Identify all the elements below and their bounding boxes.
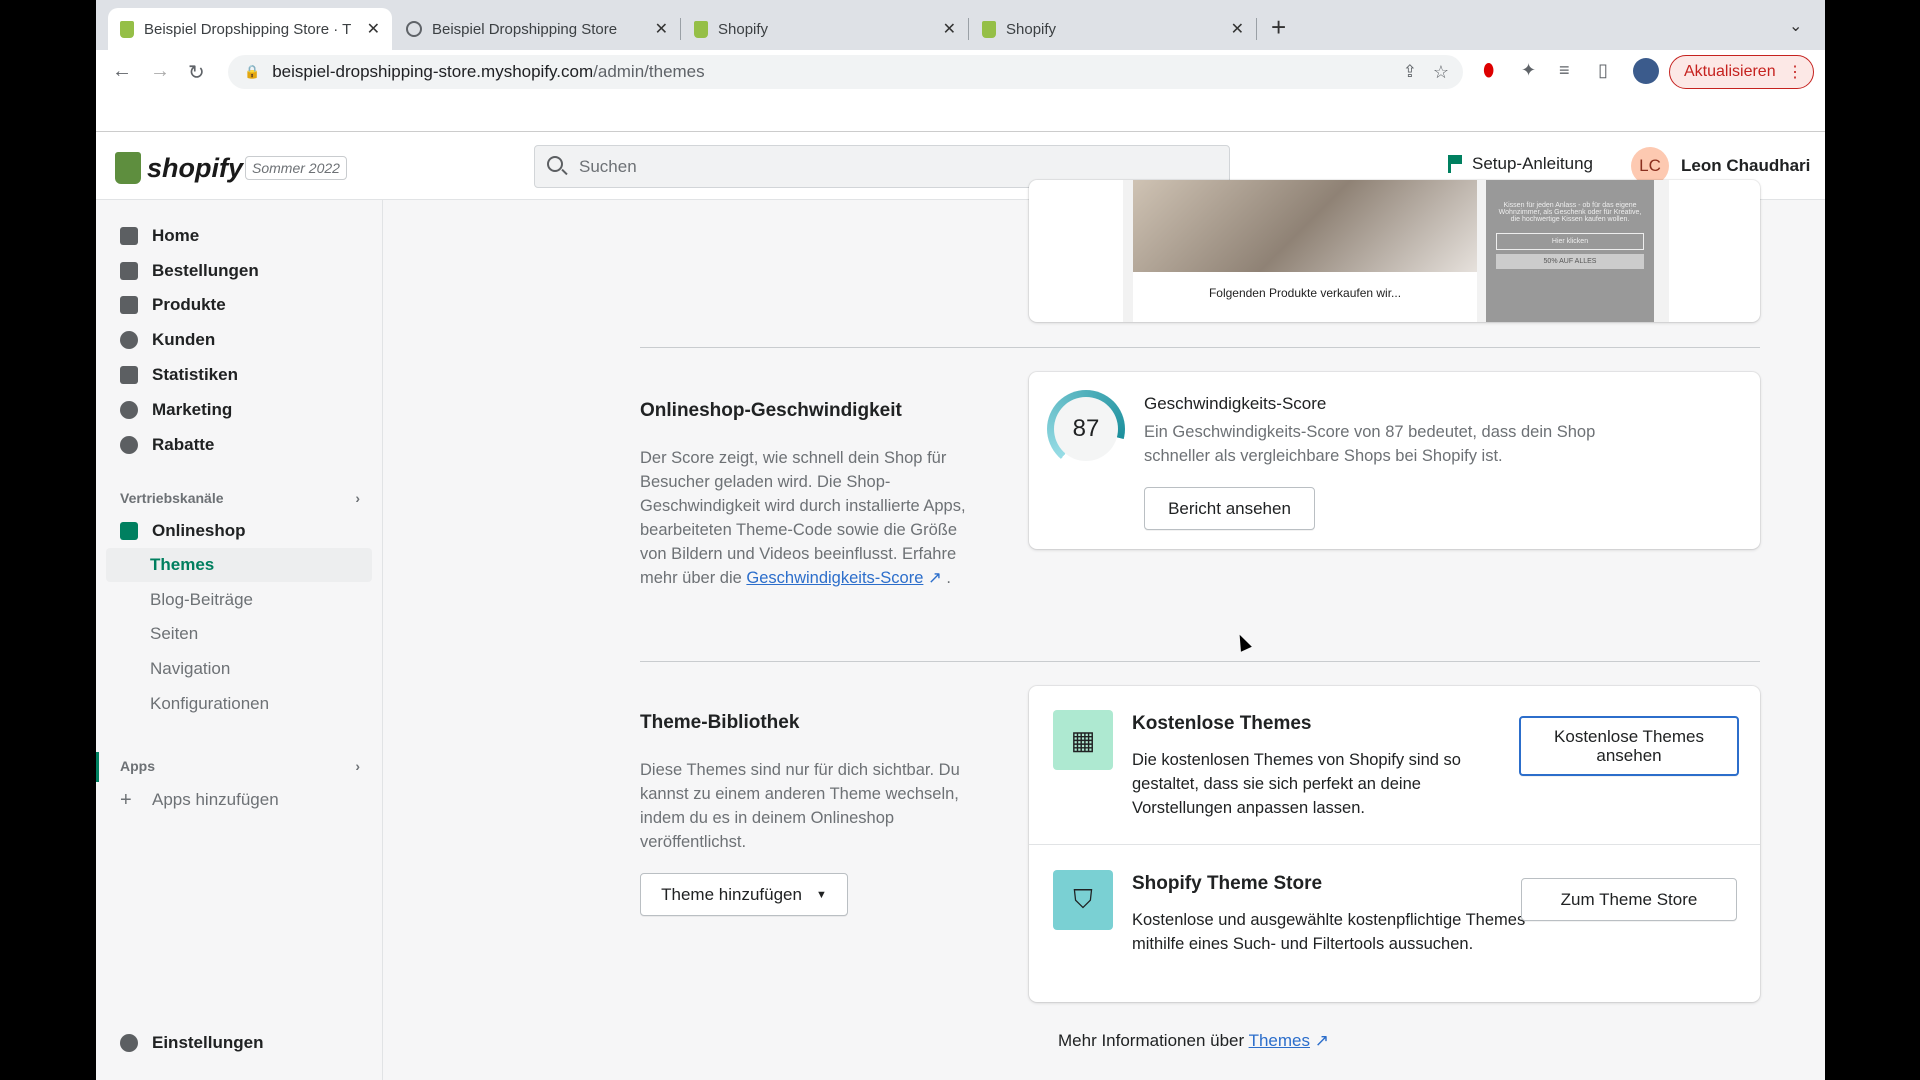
divider	[640, 347, 1760, 348]
apps-header[interactable]: Apps ›	[120, 758, 360, 774]
speed-section-info: Onlineshop-Geschwindigkeit Der Score zei…	[640, 400, 966, 587]
address-bar[interactable]: 🔒 beispiel-dropshipping-store.myshopify.c…	[228, 55, 1463, 89]
setup-guide-button[interactable]: Setup-Anleitung	[1448, 154, 1593, 174]
sidepanel-icon[interactable]: ▯	[1598, 60, 1608, 81]
divider	[640, 661, 1760, 662]
caret-down-icon: ▼	[815, 888, 827, 901]
theme-store-button[interactable]: Zum Theme Store	[1521, 878, 1737, 921]
edition-badge: Sommer 2022	[245, 156, 347, 180]
tab-1[interactable]: Beispiel Dropshipping Store · T ✕	[108, 8, 392, 50]
library-section-info: Theme-Bibliothek Diese Themes sind nur f…	[640, 712, 960, 851]
close-tab-icon[interactable]: ✕	[655, 19, 668, 39]
sidebar-item-orders[interactable]: Bestellungen	[106, 254, 372, 288]
shopify-icon	[694, 20, 708, 38]
chevron-right-icon[interactable]: ›	[355, 490, 360, 506]
tab-list-chevron-icon[interactable]: ⌄	[1789, 16, 1802, 36]
back-icon[interactable]: ←	[112, 60, 132, 83]
target-icon	[120, 401, 138, 419]
forward-icon[interactable]: →	[150, 60, 170, 83]
close-tab-icon[interactable]: ✕	[1231, 19, 1244, 39]
opera-icon[interactable]: ⬮	[1483, 60, 1494, 81]
share-icon[interactable]: ⇪	[1403, 62, 1417, 82]
globe-icon	[406, 21, 422, 37]
speed-score-link[interactable]: Geschwindigkeits-Score	[746, 569, 923, 587]
bar-chart-icon	[120, 366, 138, 384]
search-icon	[547, 156, 563, 172]
lock-icon: 🔒	[244, 64, 261, 79]
sales-channels-header[interactable]: Vertriebskanäle ›	[120, 490, 360, 506]
main-content: Folgenden Produkte verkaufen wir... Kiss…	[383, 180, 1825, 1080]
view-report-button[interactable]: Bericht ansehen	[1144, 487, 1315, 530]
shopify-icon	[120, 20, 134, 38]
orders-icon	[120, 262, 138, 280]
close-tab-icon[interactable]: ✕	[367, 19, 380, 39]
chevron-right-icon[interactable]: ›	[355, 758, 360, 774]
speed-card: 87 Geschwindigkeits-Score Ein Geschwindi…	[1029, 372, 1760, 549]
menu-icon[interactable]: ⋮	[1787, 62, 1803, 82]
extensions-icon[interactable]: ✦	[1521, 60, 1536, 81]
sidebar-item-analytics[interactable]: Statistiken	[106, 358, 372, 392]
sidebar-item-settings[interactable]: Einstellungen	[106, 1026, 372, 1060]
reload-icon[interactable]: ↻	[188, 60, 205, 85]
plus-icon: +	[120, 788, 132, 811]
free-themes-icon: ▦	[1053, 710, 1113, 770]
themes-help-link[interactable]: Themes	[1249, 1031, 1310, 1050]
new-tab-icon[interactable]: +	[1271, 12, 1286, 43]
theme-library-card: ▦ Kostenlose Themes Die kostenlosen Them…	[1029, 686, 1760, 1002]
sidebar-item-preferences[interactable]: Konfigurationen	[106, 687, 372, 721]
speed-gauge: 87	[1047, 390, 1125, 468]
tab-4[interactable]: Shopify ✕	[970, 8, 1256, 50]
tag-icon	[120, 296, 138, 314]
sidebar-item-discounts[interactable]: Rabatte	[106, 428, 372, 462]
sidebar-item-blog[interactable]: Blog-Beiträge	[106, 583, 372, 617]
add-theme-button[interactable]: Theme hinzufügen ▼	[640, 873, 848, 916]
tab-2[interactable]: Beispiel Dropshipping Store ✕	[394, 8, 680, 50]
person-icon	[120, 331, 138, 349]
shopify-icon	[982, 20, 996, 38]
gear-icon	[120, 1034, 138, 1052]
browser-window: Beispiel Dropshipping Store · T ✕ Beispie…	[96, 0, 1825, 1080]
external-link-icon: ↗	[1314, 1031, 1329, 1050]
sidebar-item-onlineshop[interactable]: Onlineshop	[106, 514, 372, 548]
add-apps-button[interactable]: + Apps hinzufügen	[106, 783, 372, 817]
preview-image	[1133, 180, 1477, 272]
preview-side-panel: Kissen für jeden Anlass - ob für das eig…	[1486, 180, 1654, 322]
sidebar: Home Bestellungen Produkte Kunden Statis…	[96, 200, 383, 1080]
sidebar-item-themes[interactable]: Themes	[106, 548, 372, 582]
shopify-logo[interactable]: shopify	[115, 152, 243, 184]
sidebar-item-home[interactable]: Home	[106, 219, 372, 253]
tab-3[interactable]: Shopify ✕	[682, 8, 968, 50]
media-icon[interactable]: ≡	[1559, 60, 1570, 81]
sidebar-item-navigation[interactable]: Navigation	[106, 652, 372, 686]
selected-indicator	[96, 752, 99, 782]
sidebar-item-marketing[interactable]: Marketing	[106, 393, 372, 427]
tab-strip: Beispiel Dropshipping Store · T ✕ Beispie…	[96, 0, 1825, 50]
external-link-icon: ↗	[927, 569, 942, 587]
close-tab-icon[interactable]: ✕	[943, 19, 956, 39]
sidebar-item-pages[interactable]: Seiten	[106, 617, 372, 651]
profile-avatar[interactable]	[1633, 58, 1659, 84]
sidebar-item-customers[interactable]: Kunden	[106, 323, 372, 357]
update-button[interactable]: Aktualisieren ⋮	[1669, 55, 1814, 89]
flag-icon	[1448, 155, 1462, 173]
home-icon	[120, 227, 138, 245]
store-icon	[120, 522, 138, 540]
star-icon[interactable]: ☆	[1433, 62, 1449, 83]
view-free-themes-button[interactable]: Kostenlose Themes ansehen	[1519, 716, 1739, 776]
sidebar-item-products[interactable]: Produkte	[106, 288, 372, 322]
discount-icon	[120, 436, 138, 454]
theme-preview-card: Folgenden Produkte verkaufen wir... Kiss…	[1029, 180, 1760, 322]
more-info: Mehr Informationen über Themes ↗	[1058, 1031, 1329, 1050]
theme-store-icon: ⛉	[1053, 870, 1113, 930]
